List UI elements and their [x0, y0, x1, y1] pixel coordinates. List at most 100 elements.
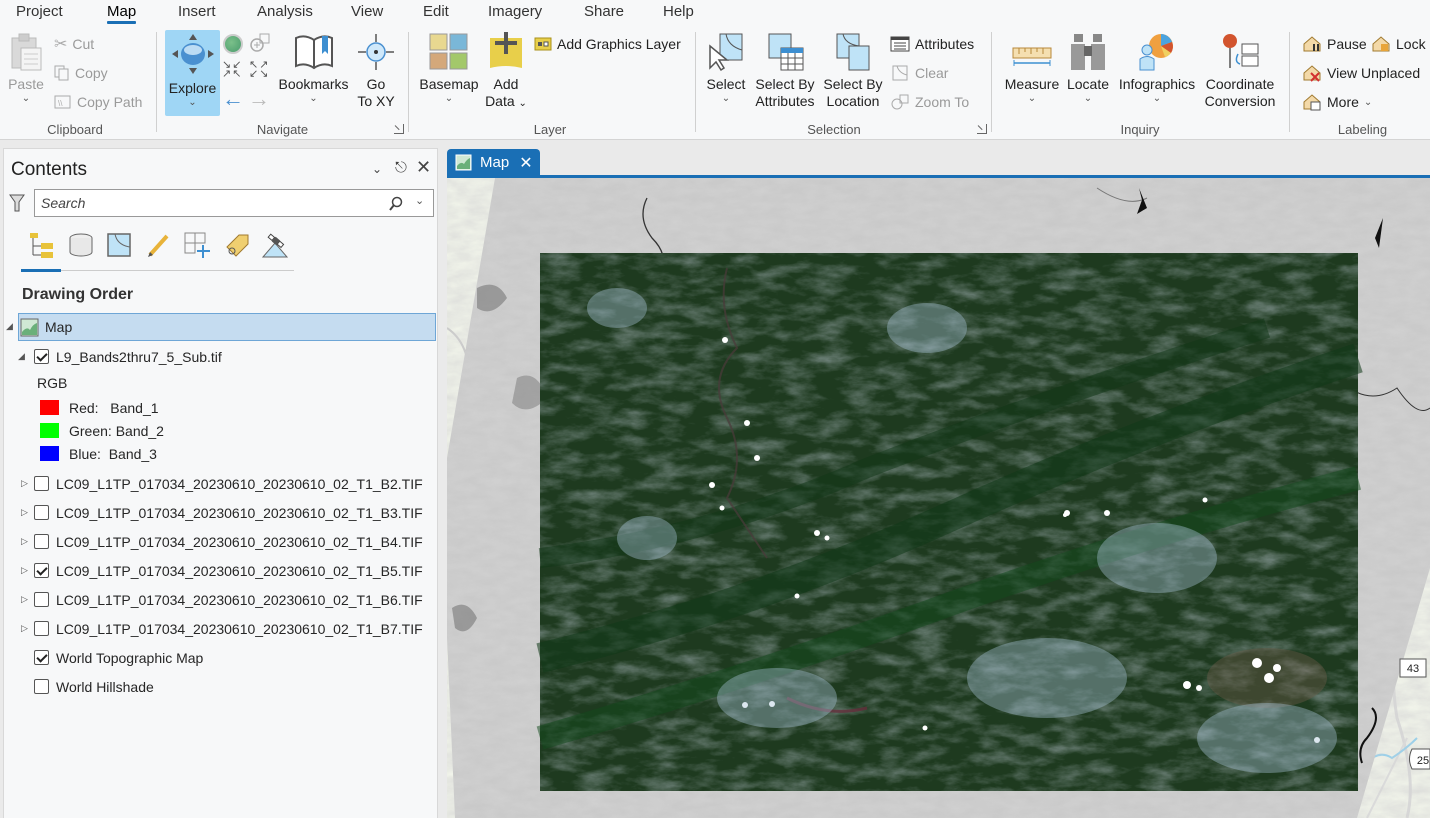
menu-tab-insert[interactable]: Insert — [178, 3, 216, 20]
filter-funnel-icon[interactable] — [9, 194, 25, 212]
infographics-button[interactable]: Infographics ⌄ — [1115, 32, 1199, 105]
tree-row-layer[interactable]: ▷ LC09_L1TP_017034_20230610_20230610_02_… — [4, 559, 437, 583]
full-extent-globe-icon[interactable] — [223, 34, 243, 54]
layer-visibility-checkbox[interactable] — [34, 563, 49, 578]
menu-tab-view[interactable]: View — [351, 3, 383, 20]
add-graphics-layer-button[interactable]: Add Graphics Layer — [534, 34, 681, 54]
layer-visibility-checkbox[interactable] — [34, 476, 49, 491]
contents-view-tabs — [21, 231, 294, 272]
menu-tab-share[interactable]: Share — [584, 3, 624, 20]
menu-tab-analysis[interactable]: Analysis — [257, 3, 313, 20]
layer-visibility-checkbox[interactable] — [34, 650, 49, 665]
tree-row-layer[interactable]: ▷ LC09_L1TP_017034_20230610_20230610_02_… — [4, 472, 437, 496]
coordinate-conversion-icon — [1223, 34, 1259, 68]
zoom-to-selected-icon[interactable] — [248, 33, 270, 55]
previous-extent-arrow-icon[interactable]: ← — [222, 86, 244, 112]
list-by-perspective-imagery-satellite-icon[interactable] — [261, 231, 289, 259]
list-by-source-database-icon[interactable] — [67, 231, 95, 259]
map-view-tab[interactable]: Map ✕ — [447, 149, 540, 176]
view-unplaced-button[interactable]: View Unplaced — [1302, 63, 1420, 83]
paste-button[interactable]: Paste ⌄ — [5, 32, 47, 105]
svg-text:43: 43 — [1407, 663, 1419, 675]
tree-row-basemap-layer[interactable]: World Hillshade — [4, 675, 437, 699]
select-by-attributes-button[interactable]: Select By Attributes — [751, 32, 819, 110]
copy-path-button[interactable]: \\ Copy Path — [54, 92, 142, 112]
pause-labeling-button[interactable]: Pause — [1302, 34, 1367, 54]
locate-button[interactable]: Locate ⌄ — [1065, 32, 1111, 105]
menu-tab-edit[interactable]: Edit — [423, 3, 449, 20]
collapsed-triangle-icon[interactable]: ▷ — [21, 507, 28, 518]
basemap-button[interactable]: Basemap ⌄ — [418, 32, 480, 105]
copy-icon — [54, 65, 69, 81]
layer-visibility-checkbox[interactable] — [34, 349, 49, 364]
list-by-editing-pencil-icon[interactable] — [145, 231, 173, 259]
expanded-triangle-icon[interactable]: ◢ — [6, 321, 13, 332]
tree-row-basemap-layer[interactable]: World Topographic Map — [4, 646, 437, 670]
selection-group-label: Selection — [807, 122, 861, 137]
measure-button[interactable]: Measure ⌄ — [1002, 32, 1062, 105]
collapsed-triangle-icon[interactable]: ▷ — [21, 478, 28, 489]
copy-button[interactable]: Copy — [54, 63, 108, 83]
bookmarks-button[interactable]: Bookmarks ⌄ — [276, 32, 351, 105]
close-pane-icon[interactable]: ✕ — [416, 157, 431, 178]
go-to-xy-button[interactable]: Go To XY — [355, 32, 397, 110]
menu-tab-help[interactable]: Help — [663, 3, 694, 20]
collapsed-triangle-icon[interactable]: ▷ — [21, 536, 28, 547]
list-by-selection-icon[interactable] — [105, 231, 133, 259]
collapsed-triangle-icon[interactable]: ▷ — [21, 565, 28, 576]
map-canvas[interactable]: 43 25 — [447, 178, 1430, 818]
layer-visibility-checkbox[interactable] — [34, 505, 49, 520]
clear-selection-button[interactable]: Clear — [890, 63, 948, 83]
svg-text:\\: \\ — [58, 99, 63, 108]
contents-search-input[interactable] — [35, 190, 375, 216]
red-channel-swatch — [40, 400, 59, 415]
zoom-to-selection-button[interactable]: Zoom To — [890, 92, 969, 112]
tree-row-layer[interactable]: ▷ LC09_L1TP_017034_20230610_20230610_02_… — [4, 530, 437, 554]
tree-row-layer[interactable]: ◢ L9_Bands2thru7_5_Sub.tif — [4, 345, 437, 369]
label-pause-icon — [1303, 36, 1321, 52]
list-by-snapping-icon[interactable] — [183, 231, 211, 259]
collapsed-triangle-icon[interactable]: ▷ — [21, 623, 28, 634]
tree-row-map[interactable]: ◢ Map — [4, 313, 437, 341]
lock-labeling-button[interactable]: Lock — [1371, 34, 1426, 54]
search-icon[interactable] — [388, 196, 404, 212]
pane-options-chevron-icon[interactable]: ⌄ — [372, 162, 382, 176]
next-extent-arrow-icon[interactable]: → — [248, 86, 270, 112]
layer-visibility-checkbox[interactable] — [34, 592, 49, 607]
more-labeling-button[interactable]: More ⌄ — [1302, 92, 1372, 112]
navigate-dialog-launcher-icon[interactable] — [394, 124, 404, 134]
close-map-tab-icon[interactable]: ✕ — [519, 153, 532, 173]
label-unplaced-icon — [1303, 65, 1321, 82]
tree-row-layer[interactable]: ▷ LC09_L1TP_017034_20230610_20230610_02_… — [4, 588, 437, 612]
cut-button[interactable]: ✂ Cut — [54, 34, 94, 54]
select-button[interactable]: Select ⌄ — [704, 32, 748, 105]
explore-button[interactable]: Explore ⌄ — [165, 30, 220, 116]
chevron-down-icon: ⌄ — [309, 93, 318, 104]
tree-row-layer[interactable]: ▷ LC09_L1TP_017034_20230610_20230610_02_… — [4, 617, 437, 641]
list-by-drawing-order-icon[interactable] — [27, 231, 55, 259]
selection-dialog-launcher-icon[interactable] — [977, 124, 987, 134]
auto-hide-pin-icon[interactable]: ⎋ — [395, 159, 407, 176]
layer-visibility-checkbox[interactable] — [34, 679, 49, 694]
menu-tab-project[interactable]: Project — [16, 3, 63, 20]
attributes-button[interactable]: Attributes — [890, 34, 974, 54]
drawing-order-heading: Drawing Order — [22, 286, 134, 303]
tree-row-layer[interactable]: ▷ LC09_L1TP_017034_20230610_20230610_02_… — [4, 501, 437, 525]
coordinate-conversion-button[interactable]: Coordinate Conversion — [1203, 32, 1277, 110]
search-options-chevron-icon[interactable]: ⌄ — [415, 194, 424, 207]
menu-bar: Project Map Insert Analysis View Edit Im… — [0, 0, 1430, 28]
layer-visibility-checkbox[interactable] — [34, 621, 49, 636]
zoom-to-selection-icon — [891, 94, 909, 110]
select-by-location-button[interactable]: Select By Location — [822, 32, 884, 110]
layer-visibility-checkbox[interactable] — [34, 534, 49, 549]
fixed-zoom-out-icon[interactable]: ↖↗ ↙↘ — [249, 60, 269, 80]
list-by-labeling-tag-icon[interactable] — [223, 231, 251, 259]
expanded-triangle-icon[interactable]: ◢ — [18, 351, 25, 362]
menu-tab-imagery[interactable]: Imagery — [488, 3, 542, 20]
measure-ruler-icon — [1012, 47, 1052, 66]
collapsed-triangle-icon[interactable]: ▷ — [21, 594, 28, 605]
add-data-button[interactable]: Add Data ⌄ — [484, 32, 528, 112]
fixed-zoom-in-icon[interactable]: ↘↙ ↗↖ — [222, 60, 242, 80]
label-more-icon — [1303, 94, 1321, 111]
menu-tab-map[interactable]: Map — [107, 3, 137, 24]
